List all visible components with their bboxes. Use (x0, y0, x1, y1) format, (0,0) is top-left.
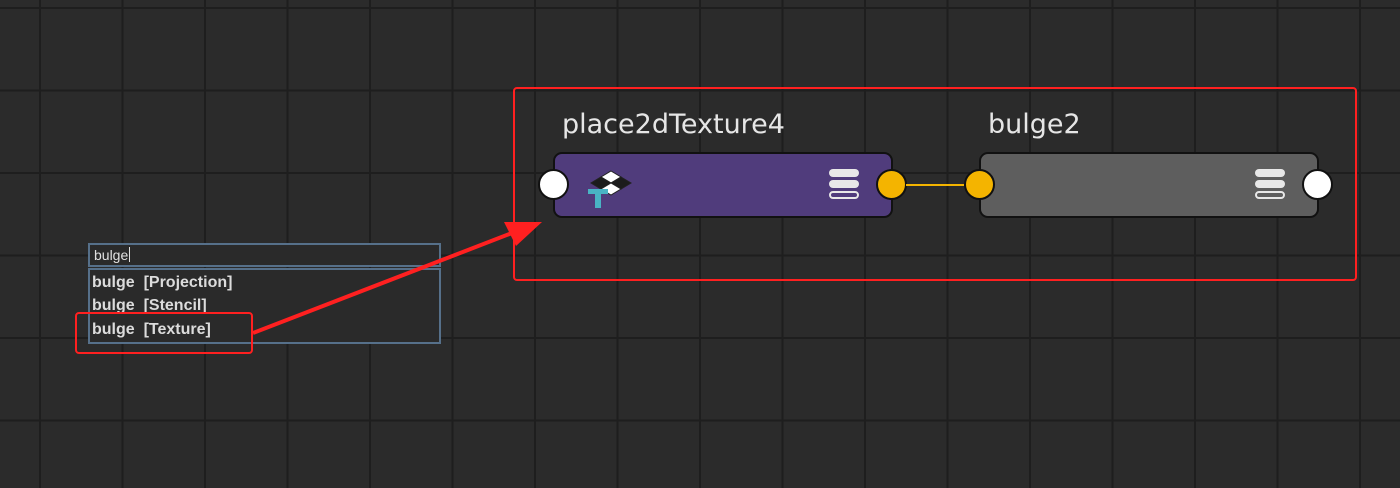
node-editor-canvas[interactable]: place2dTexture4 bulge2 bulge bulge [Proj… (0, 0, 1400, 488)
overlay-layer (252, 184, 964, 335)
annotation-arrow (252, 231, 513, 335)
